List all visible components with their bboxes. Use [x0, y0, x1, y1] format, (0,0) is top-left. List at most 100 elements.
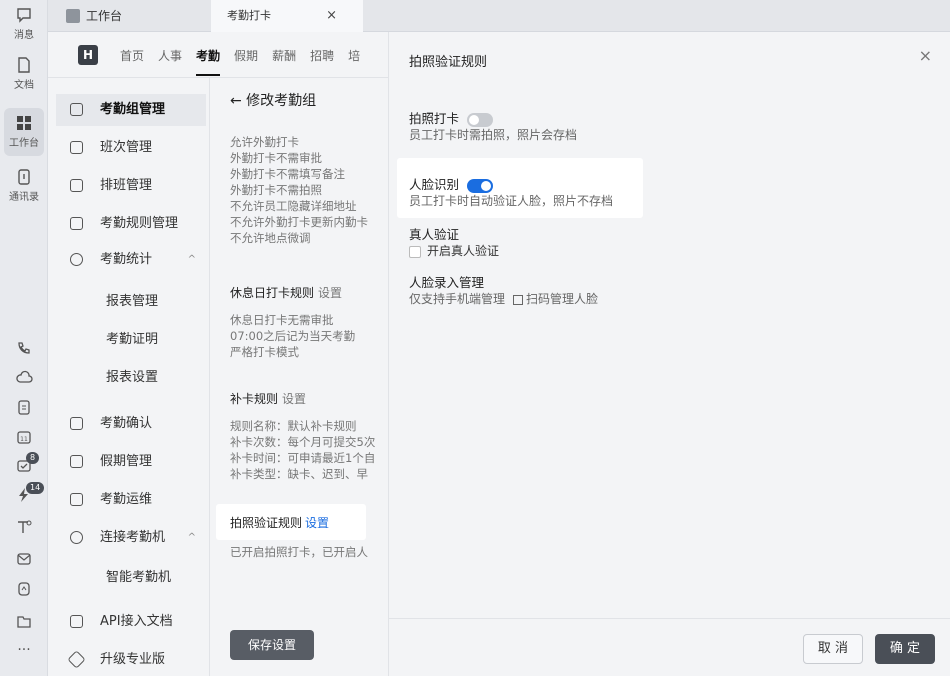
photo-settings-link[interactable]: 设置 [305, 516, 329, 530]
rail-text[interactable] [0, 518, 48, 536]
holiday-line: 严格打卡模式 [230, 345, 299, 359]
panel-title: 拍照验证规则 [409, 55, 488, 70]
close-icon[interactable]: × [919, 46, 932, 65]
makeup-rule-list: 规则名称：默认补卡规则 补卡次数：每个月可提交5次 补卡时间：可申请最近1个自 … [230, 418, 375, 482]
cancel-button[interactable]: 取 消 [803, 634, 863, 664]
sidebar-item-certificate[interactable]: 考勤证明 [56, 324, 206, 356]
photo-rule-panel: 拍照验证规则 × 拍照打卡 员工打卡时需拍照，照片会存档 人脸识别 员工打卡时自… [388, 32, 950, 676]
rail-clipboard[interactable] [0, 398, 48, 416]
text-icon [18, 520, 32, 533]
sidebar-item-stats[interactable]: 考勤统计 ^ [56, 244, 206, 276]
holiday-rule-heading: 休息日打卡规则 设置 [230, 284, 342, 301]
holiday-line: 休息日打卡无需审批 [230, 313, 334, 327]
face-entry-desc: 仅支持手机端管理 [409, 292, 506, 306]
tab-label: 考勤打卡 [227, 9, 271, 22]
sidebar-item-api-docs[interactable]: API接入文档 [56, 606, 206, 638]
shift-icon [70, 141, 83, 154]
sidebar-item-ops[interactable]: 考勤运维 [56, 484, 206, 516]
rule-line: 外勤打卡不需审批 [230, 151, 322, 165]
scan-icon [18, 582, 30, 596]
nav-leave[interactable]: 假期 [234, 47, 258, 76]
sidebar-item-shift[interactable]: 班次管理 [56, 132, 206, 164]
confirm-button[interactable]: 确 定 [875, 634, 935, 664]
rail-folder[interactable] [0, 612, 48, 630]
qr-code-icon [513, 294, 524, 305]
more-icon: ··· [17, 642, 31, 658]
sidebar-item-upgrade[interactable]: 升级专业版 [56, 644, 206, 676]
sidebar-item-smart-device[interactable]: 智能考勤机 [56, 562, 206, 594]
app-logo: H [78, 45, 98, 65]
face-recognition-toggle[interactable] [467, 178, 493, 193]
sidebar-item-confirm[interactable]: 考勤确认 [56, 408, 206, 440]
rule-line: 不允许员工隐藏详细地址 [230, 199, 357, 213]
photo-rule-title: 拍照验证规则 [230, 516, 303, 530]
chevron-up-icon: ^ [187, 254, 196, 265]
real-person-checkbox[interactable] [409, 245, 421, 258]
sidebar-item-leave[interactable]: 假期管理 [56, 446, 206, 478]
rail-contacts[interactable]: 通讯录 [0, 168, 48, 203]
rail-workbench[interactable]: 工作台 [4, 108, 44, 156]
app-rail: 消息 文档 工作台 通讯录 11 8 14 ··· [0, 0, 48, 676]
main-content: ← 修改考勤组 允许外勤打卡 外勤打卡不需审批 外勤打卡不需填写备注 外勤打卡不… [210, 78, 388, 676]
rail-docs[interactable]: 文档 [0, 56, 48, 91]
phone-icon [18, 342, 30, 354]
sidebar: 考勤组管理 班次管理 排班管理 考勤规则管理 考勤统计 ^ 报表管理 考勤证明 报… [48, 78, 210, 676]
real-person-checkbox-label: 开启真人验证 [427, 244, 500, 258]
holiday-title: 休息日打卡规则 [230, 286, 315, 300]
rail-phone[interactable] [0, 340, 48, 358]
api-icon [70, 615, 83, 628]
sidebar-item-attendance-group[interactable]: 考勤组管理 [56, 94, 206, 126]
outside-rules-list: 允许外勤打卡 外勤打卡不需审批 外勤打卡不需填写备注 外勤打卡不需拍照 不允许员… [230, 134, 368, 246]
sidebar-item-reports[interactable]: 报表管理 [56, 286, 206, 318]
scan-manage-face-link[interactable]: 扫码管理人脸 [526, 292, 598, 306]
stats-icon [70, 253, 83, 266]
workbench-tab-icon [66, 9, 80, 23]
save-settings-button[interactable]: 保存设置 [230, 630, 314, 660]
makeup-line: 补卡时间：可申请最近1个自 [230, 451, 376, 465]
nav-home[interactable]: 首页 [120, 47, 144, 76]
nav-training[interactable]: 培 [348, 47, 360, 76]
nav-payroll[interactable]: 薪酬 [272, 47, 296, 76]
group-icon [70, 103, 83, 116]
rail-cloud[interactable] [0, 368, 48, 386]
rail-tasks[interactable]: 8 [0, 452, 48, 474]
rule-line: 允许外勤打卡 [230, 135, 299, 149]
back-title[interactable]: ← 修改考勤组 [230, 90, 316, 110]
rail-more[interactable]: ··· [0, 642, 48, 658]
leave-icon [70, 455, 83, 468]
holiday-settings-link[interactable]: 设置 [318, 286, 342, 300]
face-recognition-label: 人脸识别 [409, 177, 460, 192]
tab-attendance[interactable]: 考勤打卡 × [211, 0, 363, 32]
close-icon[interactable]: × [326, 0, 337, 32]
photo-rule-summary: 已开启拍照打卡，已开启人 [230, 545, 368, 559]
folder-icon [17, 616, 31, 628]
sidebar-item-device[interactable]: 连接考勤机 ^ [56, 522, 206, 554]
message-icon [17, 8, 31, 23]
photo-clock-toggle[interactable] [467, 112, 493, 127]
nav-attendance[interactable]: 考勤 [196, 47, 221, 76]
rail-scan[interactable] [0, 580, 48, 598]
makeup-line: 补卡次数：每个月可提交5次 [230, 435, 376, 449]
rail-label: 文档 [14, 80, 34, 91]
rail-flash[interactable]: 14 [0, 482, 48, 504]
schedule-icon [70, 179, 83, 192]
ops-icon [70, 493, 83, 506]
nav-menu: 首页 人事 考勤 假期 薪酬 招聘 培 [120, 47, 360, 76]
tab-workbench[interactable]: 工作台 [66, 0, 122, 32]
rail-email[interactable] [0, 550, 48, 568]
rail-messages[interactable]: 消息 [0, 6, 48, 41]
chevron-up-icon: ^ [187, 532, 196, 543]
sidebar-item-report-settings[interactable]: 报表设置 [56, 362, 206, 394]
nav-recruit[interactable]: 招聘 [310, 47, 334, 76]
workbench-icon [17, 116, 31, 130]
tab-bar: 工作台 考勤打卡 × [48, 0, 950, 32]
makeup-settings-link[interactable]: 设置 [282, 392, 306, 406]
makeup-line: 补卡类型：缺卡、迟到、早 [230, 467, 368, 481]
svg-text:11: 11 [20, 436, 28, 443]
sidebar-item-schedule[interactable]: 排班管理 [56, 170, 206, 202]
rule-line: 不允许地点微调 [230, 231, 311, 245]
rail-calendar[interactable]: 11 [0, 428, 48, 446]
sidebar-item-rules[interactable]: 考勤规则管理 [56, 208, 206, 240]
rail-label: 消息 [14, 30, 34, 41]
nav-hr[interactable]: 人事 [158, 47, 182, 76]
